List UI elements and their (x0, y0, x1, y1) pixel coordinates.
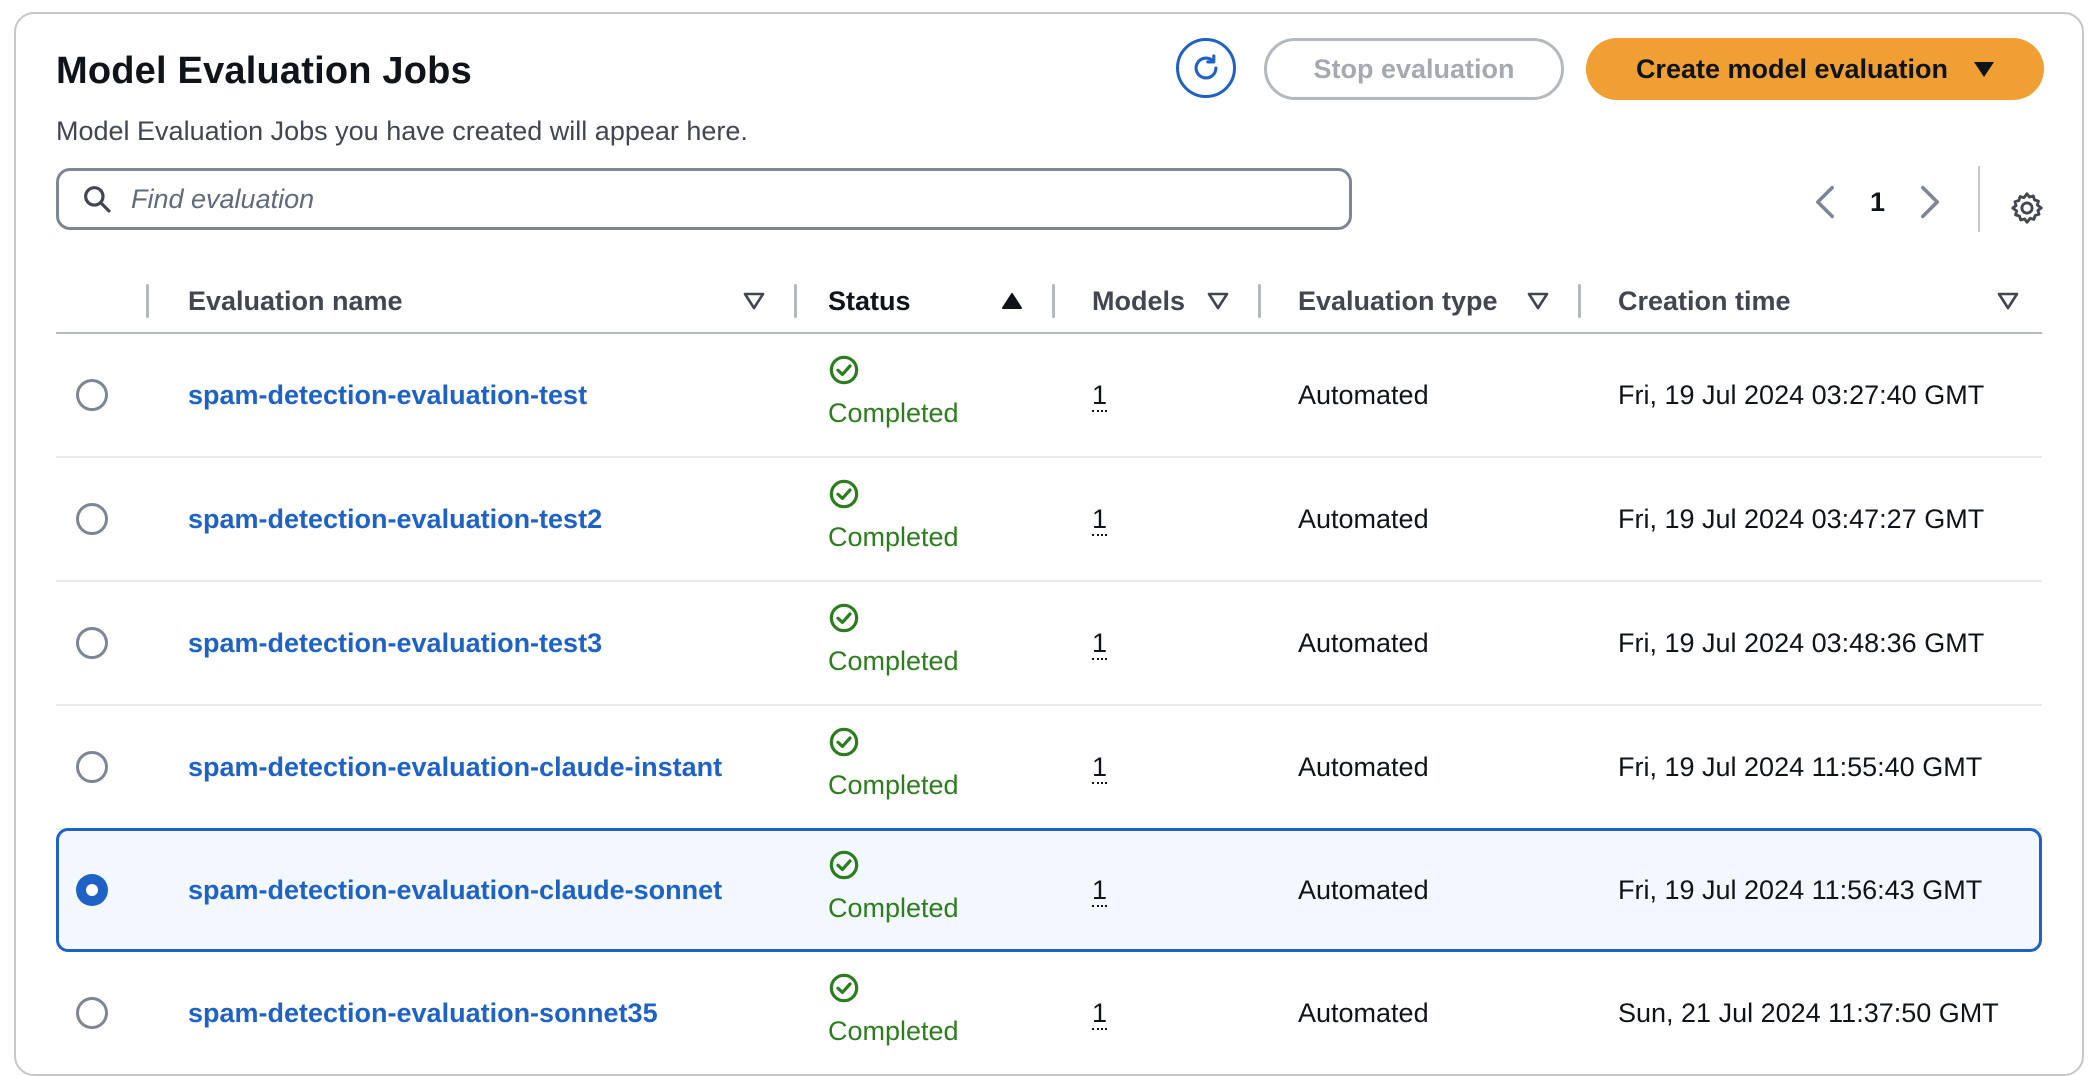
sort-down-icon[interactable] (1526, 290, 1550, 312)
evaluation-type: Automated (1298, 998, 1429, 1028)
check-circle-icon (829, 479, 859, 509)
previous-page-button[interactable] (1810, 182, 1840, 222)
evaluation-name-link[interactable]: spam-detection-evaluation-test3 (188, 628, 602, 659)
chevron-right-icon (1921, 185, 1940, 219)
refresh-button[interactable] (1176, 38, 1236, 98)
creation-time: Fri, 19 Jul 2024 11:55:40 GMT (1618, 752, 1983, 782)
page-title: Model Evaluation Jobs (56, 50, 472, 92)
create-model-evaluation-label: Create model evaluation (1635, 53, 1949, 84)
evaluation-type: Automated (1298, 628, 1429, 658)
row-select-radio[interactable] (76, 751, 108, 783)
column-divider[interactable] (794, 284, 797, 318)
page-subtitle: Model Evaluation Jobs you have created w… (56, 116, 748, 146)
pager-divider (1978, 166, 1980, 232)
sort-down-icon[interactable] (742, 290, 766, 312)
models-count[interactable]: 1 (1092, 875, 1108, 907)
table-row-selected[interactable]: spam-detection-evaluation-claude-sonnet … (56, 828, 2042, 952)
column-header-evaluation-name[interactable]: Evaluation name (188, 270, 403, 332)
status-text: Completed (828, 398, 959, 428)
refresh-icon (1194, 54, 1218, 80)
models-count[interactable]: 1 (1092, 380, 1108, 412)
evaluation-jobs-panel: Model Evaluation Jobs Model Evaluation J… (14, 12, 2084, 1076)
models-count[interactable]: 1 (1092, 998, 1108, 1030)
status-text: Completed (828, 893, 959, 923)
search-placeholder: Find evaluation (131, 183, 315, 214)
table-row[interactable]: spam-detection-evaluation-test2 Complete… (56, 458, 2042, 582)
evaluation-name-link[interactable]: spam-detection-evaluation-sonnet35 (188, 998, 658, 1029)
creation-time: Fri, 19 Jul 2024 11:56:43 GMT (1618, 875, 1983, 905)
models-count[interactable]: 1 (1092, 752, 1108, 784)
status-text: Completed (828, 646, 959, 676)
stop-evaluation-button[interactable]: Stop evaluation (1264, 38, 1564, 100)
sort-up-icon[interactable] (1000, 290, 1024, 312)
evaluation-name-link[interactable]: spam-detection-evaluation-claude-sonnet (188, 875, 722, 906)
table-row[interactable]: spam-detection-evaluation-test3 Complete… (56, 582, 2042, 706)
row-select-radio-checked[interactable] (76, 874, 108, 906)
create-model-evaluation-button[interactable]: Create model evaluation (1586, 38, 2044, 100)
evaluation-type: Automated (1298, 752, 1429, 782)
models-count[interactable]: 1 (1092, 628, 1108, 660)
evaluation-type: Automated (1298, 380, 1429, 410)
column-divider[interactable] (1258, 284, 1261, 318)
column-header-models[interactable]: Models (1092, 270, 1185, 332)
sort-down-icon[interactable] (1206, 290, 1230, 312)
column-header-status[interactable]: Status (828, 270, 911, 332)
status-text: Completed (828, 770, 959, 800)
check-circle-icon (829, 973, 859, 1003)
creation-time: Fri, 19 Jul 2024 03:47:27 GMT (1618, 504, 1985, 534)
evaluation-jobs-table: Evaluation name Status Models Evaluation… (56, 270, 2042, 1074)
status-text: Completed (828, 1016, 959, 1046)
chevron-left-icon (1816, 185, 1834, 219)
creation-time: Fri, 19 Jul 2024 03:48:36 GMT (1618, 628, 1985, 658)
row-select-radio[interactable] (76, 627, 108, 659)
evaluation-type: Automated (1298, 875, 1429, 905)
caret-down-icon (1974, 61, 1995, 77)
table-body: spam-detection-evaluation-test Completed… (56, 334, 2042, 1074)
column-divider[interactable] (1578, 284, 1581, 318)
gear-icon[interactable] (2009, 190, 2045, 226)
search-icon (84, 186, 111, 213)
check-circle-icon (829, 727, 859, 757)
evaluation-name-link[interactable]: spam-detection-evaluation-test2 (188, 504, 602, 535)
evaluation-name-link[interactable]: spam-detection-evaluation-claude-instant (188, 752, 722, 783)
next-page-button[interactable] (1915, 182, 1945, 222)
current-page-number[interactable]: 1 (1870, 187, 1885, 218)
check-circle-icon (829, 603, 859, 633)
check-circle-icon (829, 850, 859, 880)
table-row[interactable]: spam-detection-evaluation-sonnet35 Compl… (56, 952, 2042, 1074)
evaluation-name-link[interactable]: spam-detection-evaluation-test (188, 380, 587, 411)
models-count[interactable]: 1 (1092, 504, 1108, 536)
row-select-radio[interactable] (76, 997, 108, 1029)
check-circle-icon (829, 355, 859, 385)
search-input[interactable]: Find evaluation (56, 168, 1352, 230)
creation-time: Fri, 19 Jul 2024 03:27:40 GMT (1618, 380, 1985, 410)
table-row[interactable]: spam-detection-evaluation-test Completed… (56, 334, 2042, 458)
table-header: Evaluation name Status Models Evaluation… (56, 270, 2042, 334)
column-header-creation-time[interactable]: Creation time (1618, 270, 1791, 332)
pagination: 1 (1810, 174, 1945, 230)
status-text: Completed (828, 522, 959, 552)
row-select-radio[interactable] (76, 503, 108, 535)
sort-down-icon[interactable] (1996, 290, 2020, 312)
evaluation-type: Automated (1298, 504, 1429, 534)
table-row[interactable]: spam-detection-evaluation-claude-instant… (56, 706, 2042, 830)
creation-time: Sun, 21 Jul 2024 11:37:50 GMT (1618, 998, 1999, 1028)
row-select-radio[interactable] (76, 379, 108, 411)
column-divider[interactable] (1052, 284, 1055, 318)
column-header-evaluation-type[interactable]: Evaluation type (1298, 270, 1498, 332)
column-divider (146, 284, 149, 318)
